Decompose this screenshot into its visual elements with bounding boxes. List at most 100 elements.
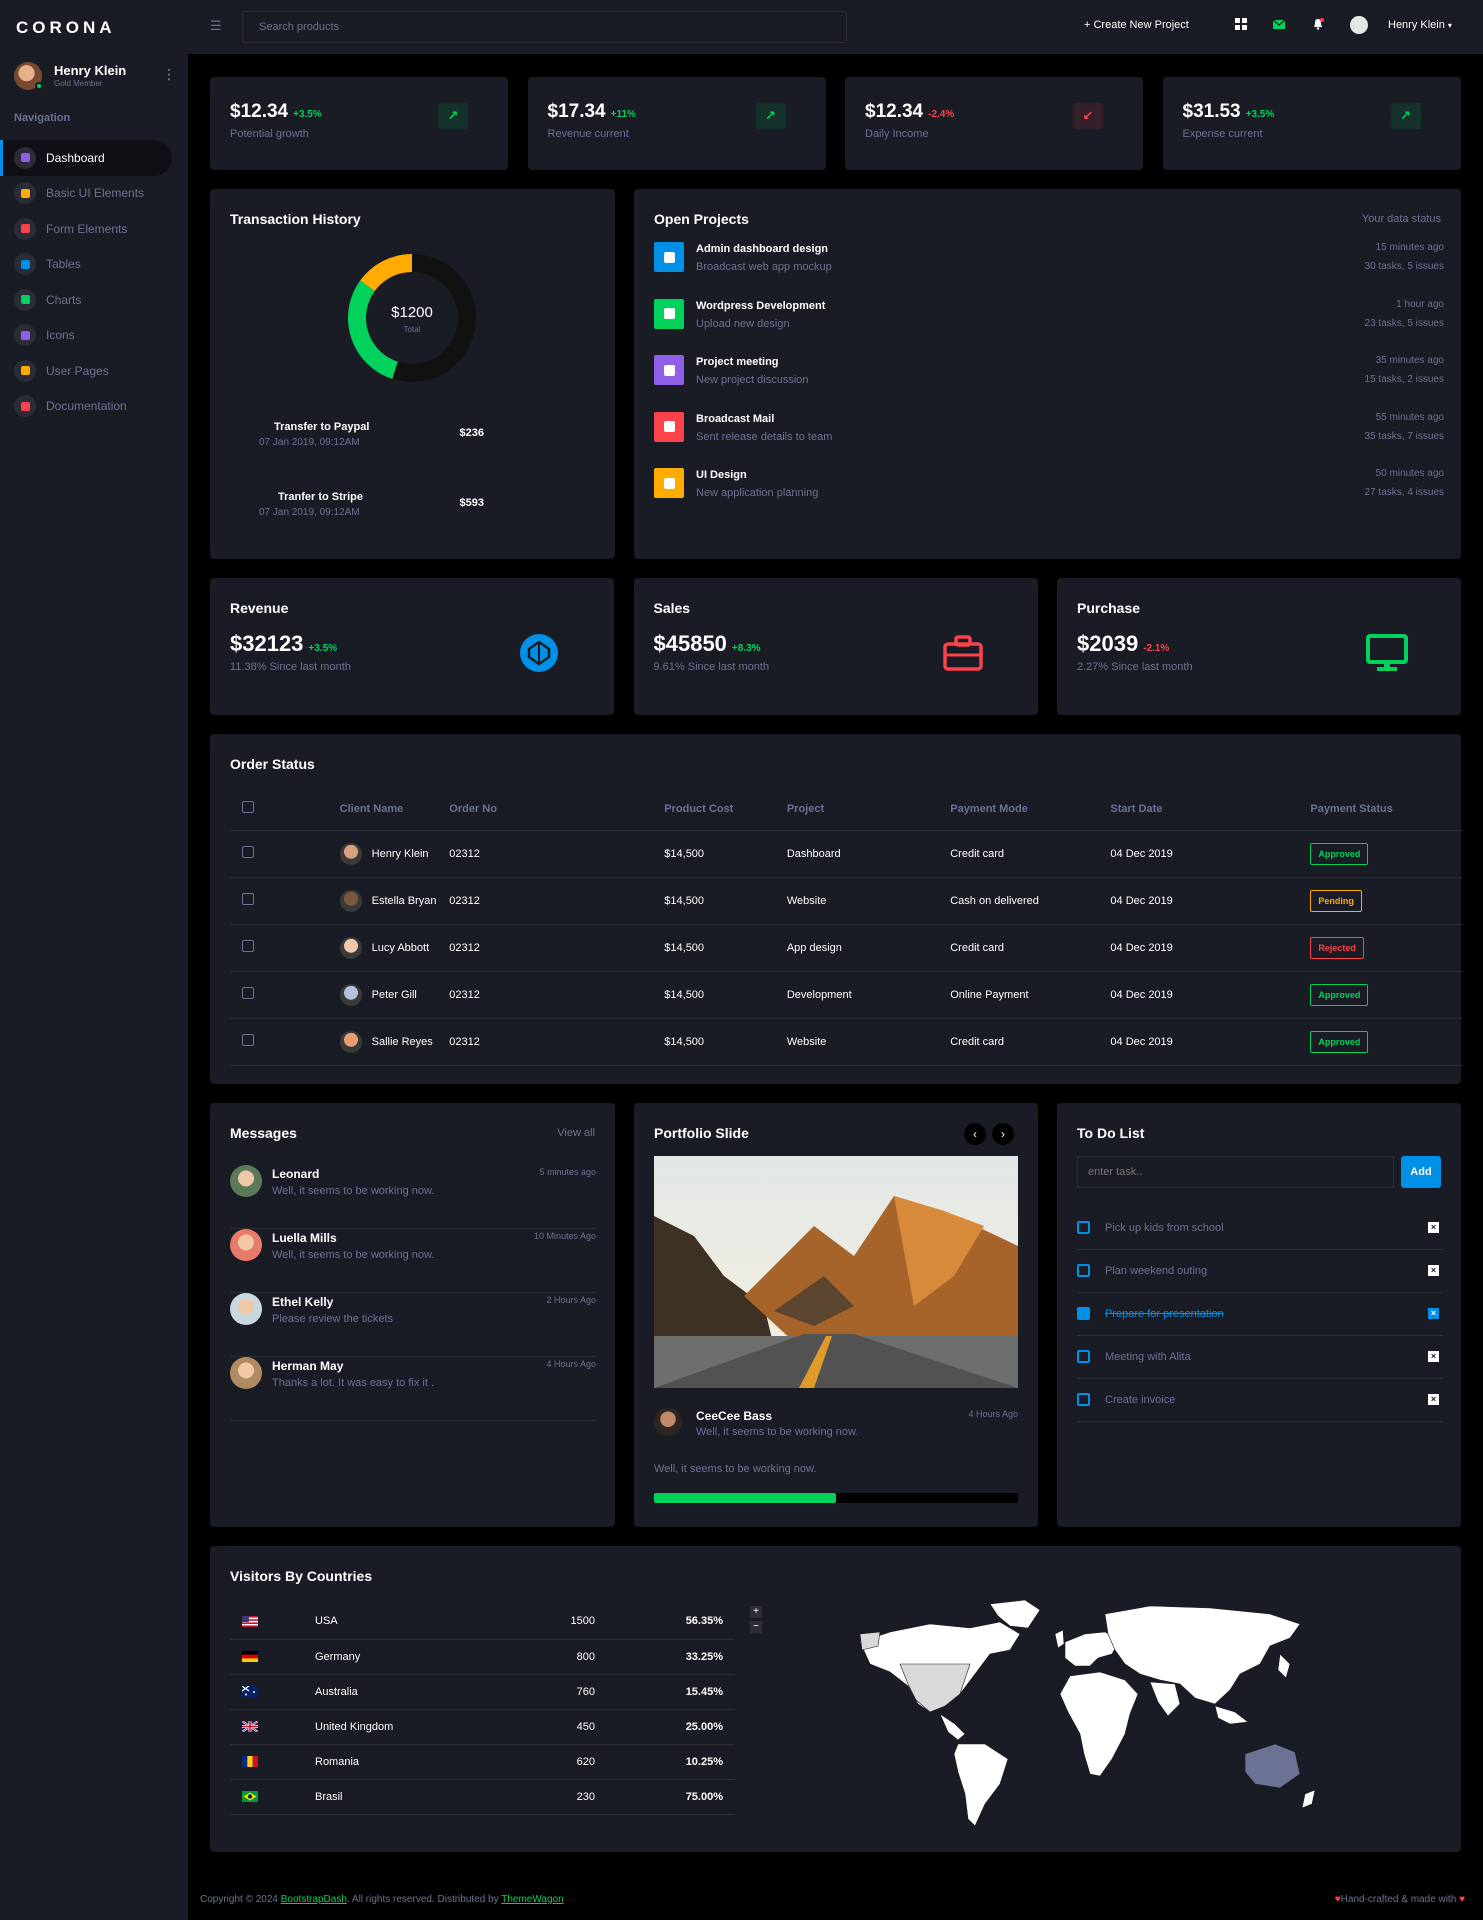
todo-checkbox[interactable] (1077, 1221, 1090, 1234)
portfolio-time: 4 Hours Ago (968, 1409, 1018, 1419)
add-task-button[interactable]: Add (1401, 1156, 1441, 1188)
table-row[interactable]: Peter Gill 02312 $14,500 Development Online … (230, 971, 1462, 1019)
project-item[interactable]: UI Design New application planning 50 minu… (654, 468, 1444, 516)
table-row[interactable]: Henry Klein 02312 $14,500 Dashboard Credit c… (230, 830, 1462, 878)
project-item[interactable]: Wordpress Development Upload new design 1 … (654, 298, 1444, 347)
project-title: Broadcast Mail (696, 412, 775, 425)
project-subtitle: New application planning (696, 487, 819, 499)
email-icon[interactable] (1273, 18, 1285, 30)
country-name: Australia (315, 1674, 535, 1710)
project-icon (654, 355, 684, 385)
view-all-link[interactable]: View all (557, 1127, 595, 1139)
search-input[interactable] (242, 11, 847, 43)
sidebar-item-tables[interactable]: Tables (0, 247, 188, 283)
remove-task-icon[interactable]: × (1428, 1265, 1439, 1276)
remove-task-icon[interactable]: × (1428, 1351, 1439, 1362)
sidebar-item-form-elements[interactable]: Form Elements (0, 211, 188, 247)
sidebar-item-label: Charts (46, 292, 82, 307)
footer-copyright: Copyright © 2024 BootstrapDash. All righ… (200, 1894, 564, 1905)
stat-value: $31.53 +3.5% (1183, 101, 1275, 123)
summary-percent: +8.3% (731, 643, 761, 654)
message-item[interactable]: Luella Mills Well, it seems to be working… (230, 1229, 596, 1293)
todo-checkbox[interactable] (1077, 1307, 1090, 1320)
sidebar-item-label: Dashboard (46, 150, 105, 165)
project-item[interactable]: Project meeting New project discussion 35 … (654, 355, 1444, 403)
prev-slide-button[interactable]: ‹ (964, 1123, 986, 1145)
project-item[interactable]: Admin dashboard design Broadcast web app … (654, 242, 1444, 290)
portfolio-progress (654, 1493, 1018, 1503)
todo-checkbox[interactable] (1077, 1350, 1090, 1363)
sidebar-item-label: Basic UI Elements (46, 186, 145, 201)
arrow-up-right-icon: ↗ (1390, 103, 1421, 129)
sidebar-item-charts[interactable]: Charts (0, 282, 188, 318)
themewagon-link[interactable]: ThemeWagon (501, 1894, 563, 1905)
briefcase-icon (942, 635, 983, 671)
message-item[interactable]: Ethel Kelly Please review the tickets 2 Ho… (230, 1293, 596, 1357)
user-name: Henry Klein (1388, 19, 1445, 31)
flag-cell (230, 1639, 315, 1675)
remove-task-icon[interactable]: × (1428, 1394, 1439, 1405)
row-checkbox[interactable] (242, 1034, 254, 1046)
project-time: 1 hour ago (1396, 298, 1444, 310)
client-avatar (339, 842, 362, 865)
transaction-amount: $236 (459, 427, 484, 439)
summary-percent: -2.1% (1143, 643, 1170, 654)
card-title: Order Status (230, 756, 315, 772)
online-status-dot (35, 82, 43, 90)
remove-task-icon[interactable]: × (1428, 1222, 1439, 1233)
project-subtitle: Upload new design (696, 317, 790, 330)
remove-task-icon[interactable]: × (1428, 1308, 1439, 1319)
sidebar-item-dashboard[interactable]: Dashboard (0, 140, 172, 176)
menu-toggle-icon[interactable]: ☰ (210, 18, 222, 34)
zoom-in-button[interactable]: + (750, 1606, 762, 1618)
summary-icon-wrap (519, 633, 559, 676)
client-avatar (339, 889, 362, 912)
select-all-checkbox[interactable] (242, 801, 254, 814)
arrow-up-right-icon: ↗ (755, 103, 786, 129)
user-avatar[interactable] (1348, 14, 1370, 36)
todo-checkbox[interactable] (1077, 1393, 1090, 1406)
create-project-button[interactable]: + Create New Project (1084, 19, 1189, 31)
bootstrapdash-link[interactable]: BootstrapDash (281, 1894, 347, 1905)
orders-table: Client Name Order No Product Cost Project Pa… (230, 788, 1462, 1066)
table-row[interactable]: Estella Bryan 02312 $14,500 Website Cash on … (230, 877, 1462, 925)
cell-date: 04 Dec 2019 (1110, 1018, 1311, 1066)
notification-bell-icon[interactable] (1312, 18, 1324, 30)
row-checkbox[interactable] (242, 940, 254, 952)
apps-grid-icon[interactable] (1235, 18, 1247, 30)
project-item[interactable]: Broadcast Mail Sent release details to te… (654, 411, 1444, 460)
sidebar: CORONA Henry Klein Gold Member ⋮ Navigat… (0, 0, 188, 1920)
sidebar-item-user-pages[interactable]: User Pages (0, 353, 188, 389)
heart-icon: ♥ (1459, 1894, 1465, 1905)
todo-input[interactable] (1077, 1156, 1394, 1188)
message-item[interactable]: Leonard Well, it seems to be working now.… (230, 1165, 596, 1229)
zoom-out-button[interactable]: − (750, 1621, 762, 1633)
table-row[interactable]: Lucy Abbott 02312 $14,500 App design Credit … (230, 924, 1462, 972)
sidebar-nav: Dashboard Basic UI Elements Form Elements T… (0, 140, 188, 424)
sidebar-item-icons[interactable]: Icons (0, 318, 188, 354)
row-checkbox[interactable] (242, 987, 254, 999)
summary-card-purchase: Purchase $2039 -2.1% 2.27% Since last month (1057, 578, 1461, 715)
next-slide-button[interactable]: › (992, 1123, 1014, 1145)
visitor-percent: 10.25% (595, 1744, 735, 1780)
table-row[interactable]: Sallie Reyes 02312 $14,500 Website Credit ca… (230, 1018, 1462, 1066)
user-menu[interactable]: Henry Klein ▾ (1388, 19, 1452, 31)
sidebar-item-documentation[interactable]: Documentation (0, 389, 188, 425)
country-name: USA (315, 1604, 535, 1640)
message-text: Well, it seems to be working now. (272, 1185, 435, 1197)
more-options-icon[interactable]: ⋮ (162, 66, 176, 83)
message-item[interactable]: Herman May Thanks a lot. It was easy to f… (230, 1357, 596, 1421)
row-checkbox[interactable] (242, 846, 254, 858)
sidebar-profile[interactable]: Henry Klein Gold Member ⋮ (14, 60, 176, 92)
stat-value: $12.34 +3.5% (230, 101, 322, 123)
cell-date: 04 Dec 2019 (1110, 877, 1311, 925)
project-time: 50 minutes ago (1375, 468, 1444, 479)
client-name: Lucy Abbott (371, 941, 430, 954)
todo-checkbox[interactable] (1077, 1264, 1090, 1277)
brand-logo[interactable]: CORONA (16, 18, 116, 38)
sidebar-item-basic-ui-elements[interactable]: Basic UI Elements (0, 176, 188, 212)
row-checkbox[interactable] (242, 893, 254, 905)
portfolio-caption: Well, it seems to be working now. (654, 1463, 817, 1475)
client-avatar (339, 936, 362, 959)
row-select-cell (230, 877, 340, 925)
